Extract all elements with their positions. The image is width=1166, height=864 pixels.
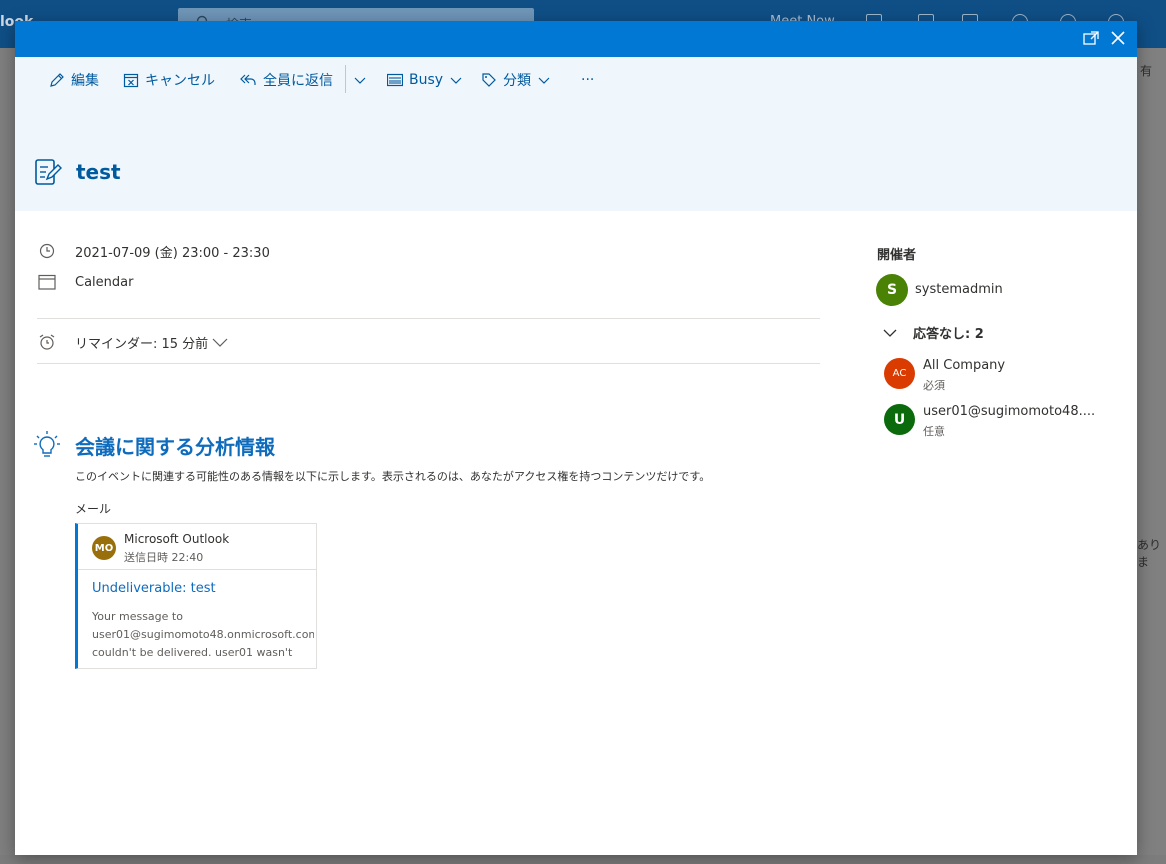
event-details: 2021-07-09 (金) 23:00 - 23:30 Calendar リマ… xyxy=(15,211,1137,855)
busy-label: Busy xyxy=(409,72,444,88)
no-response-heading: 応答なし: 2 xyxy=(913,327,984,342)
background-right-pane xyxy=(1137,48,1166,864)
chevron-down-icon xyxy=(450,77,462,84)
attendee-name[interactable]: user01@sugimomoto48.... xyxy=(923,404,1095,419)
mail-preview: Your message to user01@sugimomoto48.onmi… xyxy=(92,608,314,662)
calendar-cancel-icon xyxy=(123,73,139,88)
mail-card-header: MO Microsoft Outlook 送信日時 22:40 xyxy=(78,524,316,570)
pencil-icon xyxy=(50,73,64,87)
organizer-heading: 開催者 xyxy=(877,248,917,263)
dialog-titlebar xyxy=(15,21,1137,57)
event-datetime-row: 2021-07-09 (金) 23:00 - 23:30 xyxy=(37,241,270,261)
attendee-role: 必須 xyxy=(923,379,945,392)
mail-subject[interactable]: Undeliverable: test xyxy=(92,581,216,596)
reply-all-button[interactable]: 全員に返信 xyxy=(239,69,333,91)
background-left-pane xyxy=(0,48,15,864)
alarm-clock-icon xyxy=(37,332,57,352)
background-right-text: 有 xyxy=(1140,64,1153,78)
lightbulb-icon xyxy=(34,431,60,457)
busy-status-icon xyxy=(387,73,403,87)
avatar[interactable]: U xyxy=(884,404,915,435)
calendar-icon xyxy=(37,272,57,292)
mail-preview-line: Your message to xyxy=(92,610,183,623)
event-dialog: 編集 キャンセル 全員に返信 Busy 分類 ··· test 2021-07-… xyxy=(15,21,1137,855)
attendee-role: 任意 xyxy=(923,425,945,438)
cancel-label: キャンセル xyxy=(145,73,215,89)
event-header: 編集 キャンセル 全員に返信 Busy 分類 ··· test xyxy=(15,57,1137,211)
reminder-row[interactable]: リマインダー: 15 分前 xyxy=(37,332,228,352)
chevron-down-icon xyxy=(538,77,550,84)
more-options-button[interactable]: ··· xyxy=(581,69,594,91)
background-bottom xyxy=(0,855,1166,864)
event-title-row: test xyxy=(34,157,121,187)
clock-icon xyxy=(37,241,57,261)
event-calendar-name: Calendar xyxy=(75,274,134,290)
no-response-toggle[interactable]: 応答なし: 2 xyxy=(883,323,984,342)
show-as-dropdown[interactable]: Busy xyxy=(387,69,463,91)
cancel-button[interactable]: キャンセル xyxy=(123,69,215,91)
toolbar-divider xyxy=(345,65,346,93)
insights-description: このイベントに関連する可能性のある情報を以下に示します。表示されるのは、あなたが… xyxy=(75,470,711,483)
mail-sent-time: 送信日時 22:40 xyxy=(124,551,204,564)
event-note-icon xyxy=(35,159,62,185)
more-label: ··· xyxy=(581,72,595,88)
organizer-name[interactable]: systemadmin xyxy=(915,282,1003,297)
chevron-down-icon xyxy=(354,77,366,84)
avatar: MO xyxy=(92,536,116,560)
divider xyxy=(37,363,820,364)
categorize-dropdown[interactable]: 分類 xyxy=(481,69,551,91)
edit-label: 編集 xyxy=(71,73,99,89)
insights-title: 会議に関する分析情報 xyxy=(75,435,275,459)
tag-icon xyxy=(482,73,496,87)
event-toolbar: 編集 キャンセル 全員に返信 Busy 分類 ··· xyxy=(15,57,715,101)
reply-all-icon xyxy=(240,74,256,85)
divider xyxy=(37,318,820,319)
reply-options-dropdown[interactable] xyxy=(353,69,367,91)
chevron-down-icon xyxy=(883,329,897,337)
insights-mail-label: メール xyxy=(75,502,112,516)
reply-all-label: 全員に返信 xyxy=(263,73,333,89)
close-icon[interactable] xyxy=(1109,29,1127,47)
related-mail-card[interactable]: MO Microsoft Outlook 送信日時 22:40 Undelive… xyxy=(75,523,317,669)
event-calendar-row: Calendar xyxy=(37,272,133,292)
mail-sender: Microsoft Outlook xyxy=(124,532,230,546)
reminder-label: リマインダー: 15 分前 xyxy=(75,336,209,352)
popout-icon[interactable] xyxy=(1083,31,1099,45)
background-right-text: ありま xyxy=(1137,538,1162,569)
edit-button[interactable]: 編集 xyxy=(49,69,99,91)
event-title: test xyxy=(76,160,121,184)
attendee-name[interactable]: All Company xyxy=(923,358,1005,373)
avatar[interactable]: AC xyxy=(884,358,915,389)
mail-preview-line: user01@sugimomoto48.onmicrosoft.com xyxy=(92,628,314,641)
categorize-label: 分類 xyxy=(503,73,531,89)
mail-preview-line: couldn't be delivered. user01 wasn't xyxy=(92,646,293,659)
chevron-down-icon xyxy=(212,338,228,347)
avatar[interactable]: S xyxy=(876,274,908,306)
event-datetime: 2021-07-09 (金) 23:00 - 23:30 xyxy=(75,245,270,261)
